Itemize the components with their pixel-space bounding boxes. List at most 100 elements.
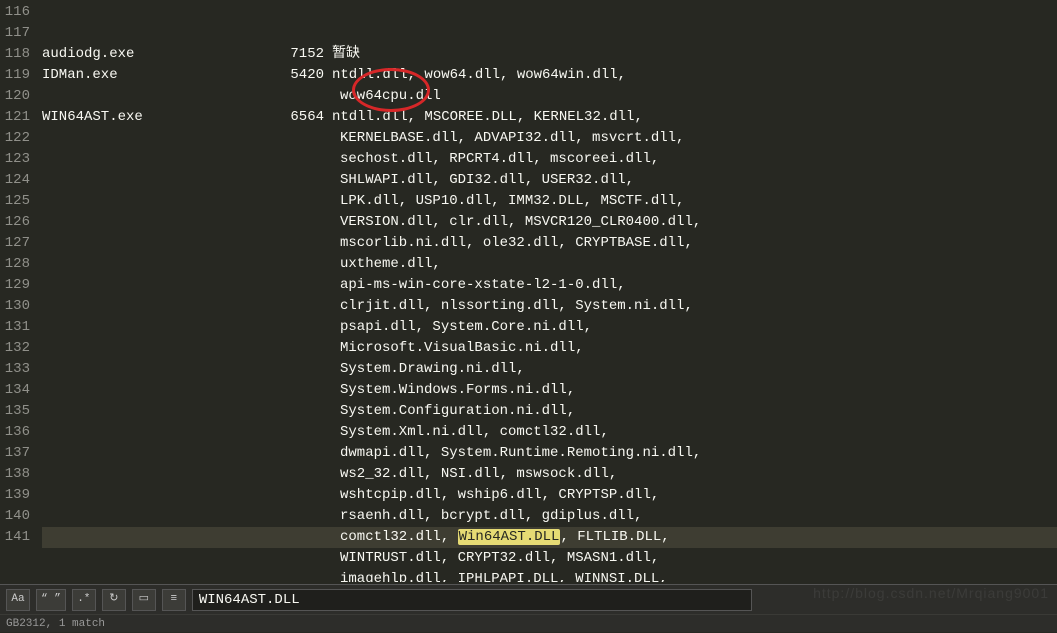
text-line[interactable]: uxtheme.dll, (42, 254, 1057, 275)
line-number: 128 (0, 254, 30, 275)
line-number: 136 (0, 422, 30, 443)
line-number: 138 (0, 464, 30, 485)
dll-list: System.Xml.ni.dll, comctl32.dll, (340, 424, 609, 440)
dll-list: ws2_32.dll, NSI.dll, mswsock.dll, (340, 466, 617, 482)
dll-list: psapi.dll, System.Core.ni.dll, (340, 319, 592, 335)
find-input[interactable] (192, 589, 752, 611)
dll-list: System.Drawing.ni.dll, (340, 361, 525, 377)
dll-list: dwmapi.dll, System.Runtime.Remoting.ni.d… (340, 445, 701, 461)
line-number: 141 (0, 527, 30, 548)
find-in-selection-toggle[interactable]: ▭ (132, 589, 156, 611)
editor-area: 1161171181191201211221231241251261271281… (0, 0, 1057, 582)
dll-list: ntdll.dll, wow64.dll, wow64win.dll, (332, 67, 626, 83)
dll-list: mscorlib.ni.dll, ole32.dll, CRYPTBASE.dl… (340, 235, 693, 251)
text-line[interactable]: WIN64AST.exe6564ntdll.dll, MSCOREE.DLL, … (42, 107, 1057, 128)
line-number: 125 (0, 191, 30, 212)
line-number: 123 (0, 149, 30, 170)
line-number: 131 (0, 317, 30, 338)
line-number: 118 (0, 44, 30, 65)
line-number: 116 (0, 2, 30, 23)
line-number: 134 (0, 380, 30, 401)
dll-list: clrjit.dll, nlssorting.dll, System.ni.dl… (340, 298, 693, 314)
dll-list: ntdll.dll, MSCOREE.DLL, KERNEL32.dll, (332, 109, 643, 125)
dll-list: Microsoft.VisualBasic.ni.dll, (340, 340, 584, 356)
line-number: 140 (0, 506, 30, 527)
find-highlight-toggle[interactable]: ≡ (162, 589, 186, 611)
dll-list: System.Configuration.ni.dll, (340, 403, 575, 419)
dll-list: sechost.dll, RPCRT4.dll, mscoreei.dll, (340, 151, 659, 167)
text-line[interactable]: Microsoft.VisualBasic.ni.dll, (42, 338, 1057, 359)
dll-list: imagehlp.dll, IPHLPAPI.DLL, WINNSI.DLL, (340, 571, 668, 582)
text-line[interactable]: LPK.dll, USP10.dll, IMM32.DLL, MSCTF.dll… (42, 191, 1057, 212)
line-number: 126 (0, 212, 30, 233)
line-number: 129 (0, 275, 30, 296)
dll-list: LPK.dll, USP10.dll, IMM32.DLL, MSCTF.dll… (340, 193, 684, 209)
process-name: IDMan.exe (42, 65, 152, 86)
dll-list: VERSION.dll, clr.dll, MSVCR120_CLR0400.d… (340, 214, 701, 230)
find-bar: Aa “ ” .* ↻ ▭ ≡ (0, 584, 1057, 614)
line-number: 133 (0, 359, 30, 380)
text-line[interactable]: VERSION.dll, clr.dll, MSVCR120_CLR0400.d… (42, 212, 1057, 233)
line-number: 127 (0, 233, 30, 254)
text-line[interactable]: SHLWAPI.dll, GDI32.dll, USER32.dll, (42, 170, 1057, 191)
line-number: 130 (0, 296, 30, 317)
dll-list: WINTRUST.dll, CRYPT32.dll, MSASN1.dll, (340, 550, 659, 566)
dll-list: comctl32.dll, (340, 529, 458, 545)
text-line[interactable]: clrjit.dll, nlssorting.dll, System.ni.dl… (42, 296, 1057, 317)
find-wrap-toggle[interactable]: ↻ (102, 589, 126, 611)
line-number: 135 (0, 401, 30, 422)
text-line[interactable]: ws2_32.dll, NSI.dll, mswsock.dll, (42, 464, 1057, 485)
line-number-gutter: 1161171181191201211221231241251261271281… (0, 0, 42, 582)
line-number: 122 (0, 128, 30, 149)
text-line[interactable]: audiodg.exe7152暂缺 (42, 44, 1057, 65)
line-number: 124 (0, 170, 30, 191)
text-line[interactable]: imagehlp.dll, IPHLPAPI.DLL, WINNSI.DLL, (42, 569, 1057, 582)
dll-list: rsaenh.dll, bcrypt.dll, gdiplus.dll, (340, 508, 642, 524)
text-content[interactable]: audiodg.exe7152暂缺IDMan.exe5420ntdll.dll,… (42, 0, 1057, 582)
text-line[interactable]: System.Windows.Forms.ni.dll, (42, 380, 1057, 401)
status-encoding: GB2312 (6, 618, 46, 630)
dll-list: KERNELBASE.dll, ADVAPI32.dll, msvcrt.dll… (340, 130, 684, 146)
dll-list: , FLTLIB.DLL, (560, 529, 669, 545)
find-whole-word-toggle[interactable]: “ ” (36, 589, 66, 611)
process-id: 6564 (152, 107, 332, 128)
text-line[interactable]: System.Drawing.ni.dll, (42, 359, 1057, 380)
line-number: 137 (0, 443, 30, 464)
process-name: WIN64AST.exe (42, 107, 152, 128)
dll-list: wshtcpip.dll, wship6.dll, CRYPTSP.dll, (340, 487, 659, 503)
search-match: Win64AST.DLL (458, 529, 561, 545)
find-regex-toggle[interactable]: .* (72, 589, 96, 611)
text-line[interactable]: KERNELBASE.dll, ADVAPI32.dll, msvcrt.dll… (42, 128, 1057, 149)
line-number: 120 (0, 86, 30, 107)
text-line[interactable]: System.Xml.ni.dll, comctl32.dll, (42, 422, 1057, 443)
line-number: 119 (0, 65, 30, 86)
dll-list: uxtheme.dll, (340, 256, 441, 272)
dll-list: api-ms-win-core-xstate-l2-1-0.dll, (340, 277, 626, 293)
process-id: 5420 (152, 65, 332, 86)
status-bar: GB2312, 1 match (0, 614, 1057, 632)
text-line[interactable]: WINTRUST.dll, CRYPT32.dll, MSASN1.dll, (42, 548, 1057, 569)
text-line[interactable]: mscorlib.ni.dll, ole32.dll, CRYPTBASE.dl… (42, 233, 1057, 254)
text-line[interactable]: rsaenh.dll, bcrypt.dll, gdiplus.dll, (42, 506, 1057, 527)
text-line[interactable]: psapi.dll, System.Core.ni.dll, (42, 317, 1057, 338)
text-line[interactable]: System.Configuration.ni.dll, (42, 401, 1057, 422)
line-number: 121 (0, 107, 30, 128)
text-line[interactable]: comctl32.dll, Win64AST.DLL, FLTLIB.DLL, (42, 527, 1057, 548)
text-line[interactable]: wow64cpu.dll (42, 86, 1057, 107)
process-name: audiodg.exe (42, 44, 152, 65)
line-number: 139 (0, 485, 30, 506)
dll-list: System.Windows.Forms.ni.dll, (340, 382, 575, 398)
text-line[interactable]: sechost.dll, RPCRT4.dll, mscoreei.dll, (42, 149, 1057, 170)
process-id: 7152 (152, 44, 332, 65)
text-line[interactable]: api-ms-win-core-xstate-l2-1-0.dll, (42, 275, 1057, 296)
dll-list: 暂缺 (332, 46, 360, 62)
status-match-count: 1 match (59, 618, 105, 630)
dll-list: SHLWAPI.dll, GDI32.dll, USER32.dll, (340, 172, 634, 188)
line-number: 132 (0, 338, 30, 359)
line-number: 117 (0, 23, 30, 44)
find-case-toggle[interactable]: Aa (6, 589, 30, 611)
dll-list: wow64cpu.dll (340, 88, 441, 104)
text-line[interactable]: IDMan.exe5420ntdll.dll, wow64.dll, wow64… (42, 65, 1057, 86)
text-line[interactable]: wshtcpip.dll, wship6.dll, CRYPTSP.dll, (42, 485, 1057, 506)
text-line[interactable]: dwmapi.dll, System.Runtime.Remoting.ni.d… (42, 443, 1057, 464)
